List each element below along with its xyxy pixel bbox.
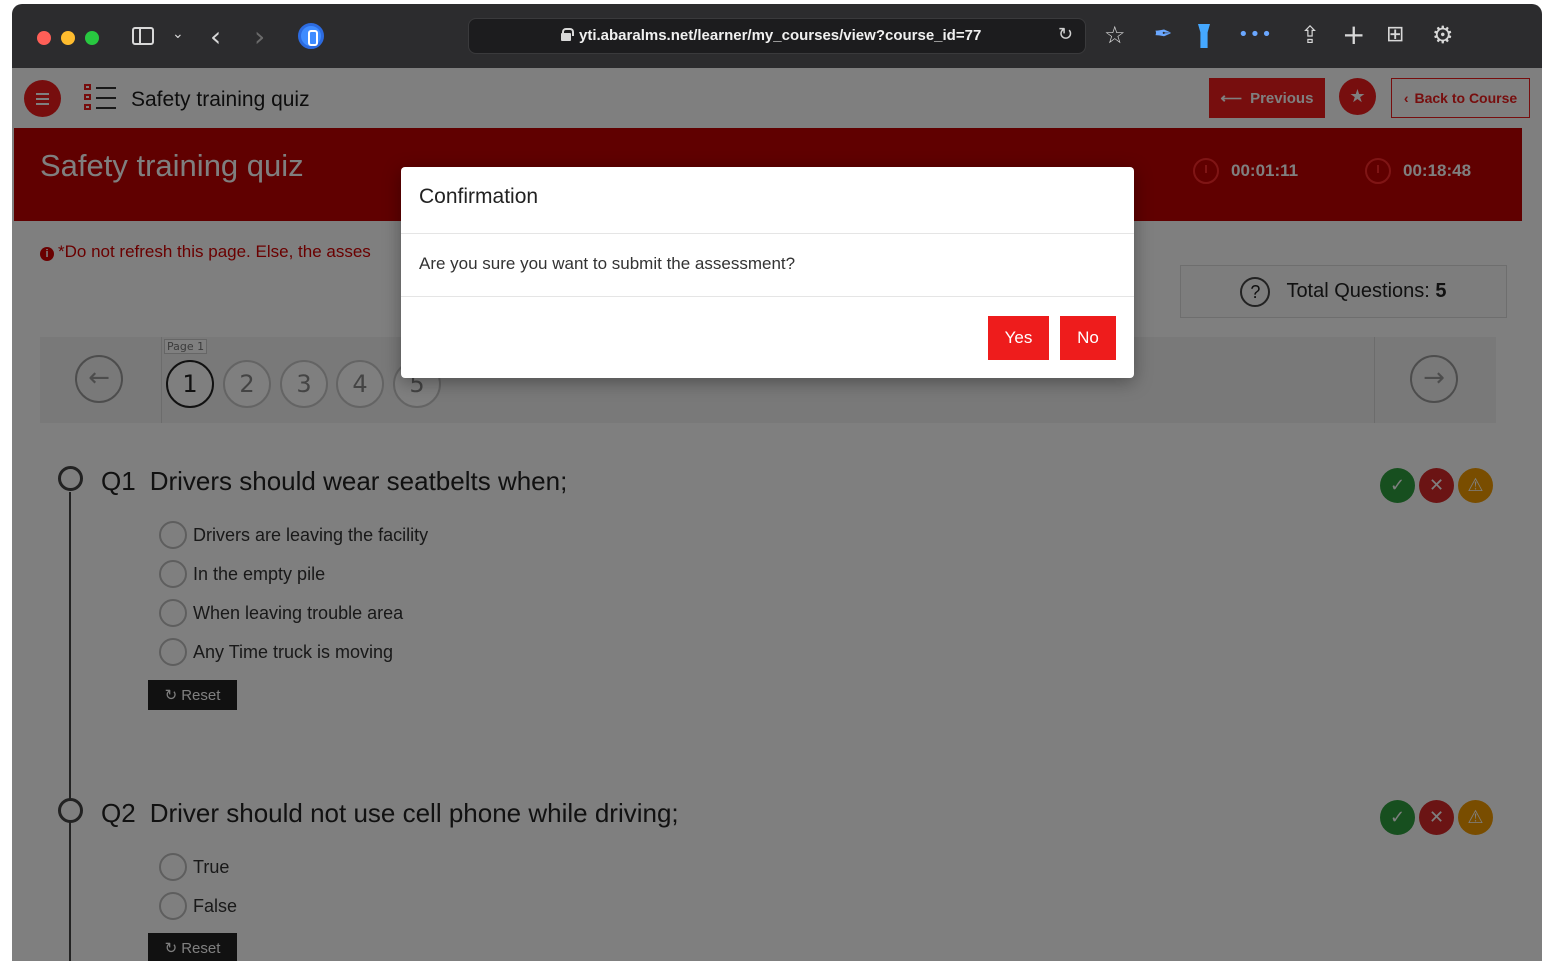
bookmark-star-icon[interactable]: ☆ bbox=[1104, 20, 1126, 50]
zoom-window-button[interactable] bbox=[85, 31, 99, 45]
yes-button[interactable]: Yes bbox=[988, 316, 1049, 360]
extension-dots-icon[interactable]: ••• bbox=[1238, 20, 1273, 50]
dialog-header: Confirmation bbox=[401, 167, 1134, 234]
minimize-window-button[interactable] bbox=[61, 31, 75, 45]
chevron-down-icon[interactable]: ⌄ bbox=[172, 26, 184, 42]
tab-overview-icon[interactable]: ⊞ bbox=[1386, 20, 1404, 50]
browser-toolbar: ⌄ ‹ › yti.abaralms.net/learner/my_course… bbox=[12, 4, 1542, 68]
sidebar-toggle-icon[interactable] bbox=[132, 27, 154, 45]
extension-feather-icon[interactable]: ✒ bbox=[1154, 20, 1172, 50]
no-button[interactable]: No bbox=[1060, 316, 1116, 360]
back-arrow-icon[interactable]: ‹ bbox=[210, 20, 221, 53]
forward-arrow-icon[interactable]: › bbox=[254, 20, 265, 53]
confirmation-dialog: Confirmation Are you sure you want to su… bbox=[401, 167, 1134, 378]
reload-icon[interactable]: ↻ bbox=[1058, 24, 1073, 45]
new-tab-icon[interactable]: + bbox=[1342, 20, 1365, 50]
password-manager-icon[interactable] bbox=[298, 23, 324, 49]
dialog-message: Are you sure you want to submit the asse… bbox=[401, 234, 1134, 297]
url-text: yti.abaralms.net/learner/my_courses/view… bbox=[579, 27, 982, 44]
gear-icon[interactable]: ⚙ bbox=[1432, 20, 1454, 50]
share-icon[interactable]: ⇪ bbox=[1300, 20, 1320, 50]
dialog-footer: Yes No bbox=[401, 297, 1134, 377]
address-bar[interactable]: yti.abaralms.net/learner/my_courses/view… bbox=[468, 18, 1086, 54]
dialog-title: Confirmation bbox=[419, 185, 539, 208]
extension-flashlight-icon[interactable] bbox=[1198, 24, 1210, 48]
close-window-button[interactable] bbox=[37, 31, 51, 45]
lock-icon bbox=[561, 28, 574, 41]
